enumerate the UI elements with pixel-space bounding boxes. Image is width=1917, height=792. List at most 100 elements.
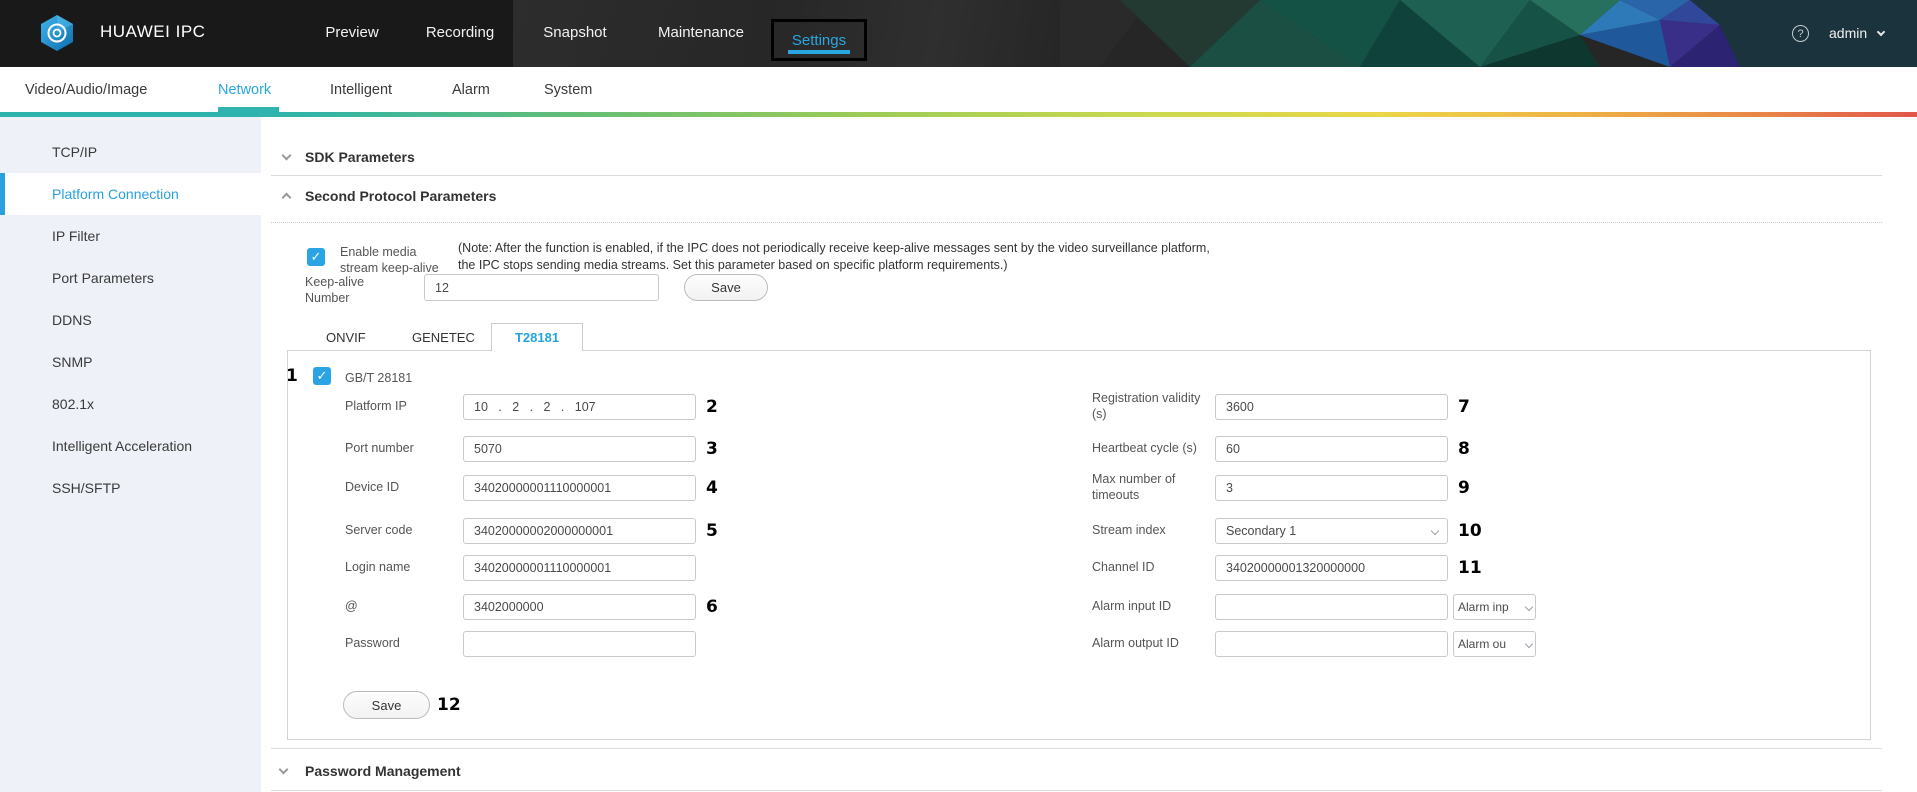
sidebar-item-intelligent-acceleration[interactable]: Intelligent Acceleration [0,425,261,467]
field-alarm-output-id: Alarm output ID Alarm ou [1092,631,1536,657]
annotation-12: 12 [437,695,461,715]
rainbow-divider-bar [0,112,1917,117]
topnav-maintenance[interactable]: Maintenance [658,24,744,41]
topnav-recording[interactable]: Recording [426,24,494,41]
login-name-input[interactable]: 34020000001110000001 [463,555,696,581]
field-stream-index: Stream index Secondary 1 10 [1092,518,1482,544]
sidebar-item-tcpip[interactable]: TCP/IP [0,131,261,173]
keepalive-number-input[interactable]: 12 [424,274,659,301]
alarm-input-select[interactable]: Alarm inp [1453,594,1536,620]
polygon-art-decoration [1060,0,1917,67]
tab-t28181[interactable]: T28181 [491,323,583,351]
annotation-2: 2 [706,397,718,417]
sidebar-item-8021x[interactable]: 802.1x [0,383,261,425]
password-label: Password [345,636,463,652]
sidebar-item-port-parameters[interactable]: Port Parameters [0,257,261,299]
annotation-5: 5 [706,521,718,541]
subnav-alarm[interactable]: Alarm [452,82,490,98]
sidebar-item-ddns[interactable]: DDNS [0,299,261,341]
field-alarm-input-id: Alarm input ID Alarm inp [1092,594,1536,620]
topnav-snapshot[interactable]: Snapshot [543,24,606,41]
chevron-down-icon [1525,603,1533,611]
registration-validity-input[interactable]: 3600 [1215,394,1448,420]
heartbeat-cycle-input[interactable]: 60 [1215,436,1448,462]
keepalive-number-label: Keep-alive Number [305,274,385,307]
platform-ip-value: 10 . 2 . 2 . 107 [474,400,596,414]
alarm-output-select[interactable]: Alarm ou [1453,631,1536,657]
annotation-9: 9 [1458,478,1470,498]
divider [271,175,1882,176]
keepalive-save-button[interactable]: Save [684,274,768,301]
subnav-network[interactable]: Network [218,82,271,98]
password-input[interactable] [463,631,696,657]
max-timeouts-input[interactable]: 3 [1215,475,1448,501]
sdk-parameters-title[interactable]: SDK Parameters [305,149,415,165]
field-channel-id: Channel ID 34020000001320000000 11 [1092,555,1482,581]
server-code-label: Server code [345,523,463,539]
topnav-preview[interactable]: Preview [325,24,378,41]
gbt-save-button[interactable]: Save [343,691,430,719]
annotation-8: 8 [1458,439,1470,459]
subnav-system[interactable]: System [544,82,592,98]
annotation-3: 3 [706,439,718,459]
stream-index-value: Secondary 1 [1226,524,1296,538]
gbt-28181-label: GB/T 28181 [345,370,412,386]
subnav-video-audio-image[interactable]: Video/Audio/Image [25,82,147,98]
sidebar-item-ssh-sftp[interactable]: SSH/SFTP [0,467,261,509]
password-management-title[interactable]: Password Management [305,763,461,779]
field-password: Password [345,631,696,657]
platform-ip-label: Platform IP [345,399,463,415]
alarm-output-id-input[interactable] [1215,631,1448,657]
device-id-input[interactable]: 34020000001110000001 [463,475,696,501]
server-code-input[interactable]: 34020000002000000001 [463,518,696,544]
sdk-collapse-chevron-icon[interactable] [282,151,292,161]
max-timeouts-label: Max number of timeouts [1092,472,1215,503]
subnav-intelligent[interactable]: Intelligent [330,82,392,98]
platform-ip-input[interactable]: 10 . 2 . 2 . 107 [463,394,696,420]
field-max-timeouts: Max number of timeouts 3 9 [1092,475,1470,501]
at-prefix-input[interactable]: 3402000000 [463,594,696,620]
second-protocol-title[interactable]: Second Protocol Parameters [305,188,496,204]
enable-keepalive-checkbox[interactable]: ✓ [307,248,325,266]
help-icon[interactable]: ? [1792,25,1809,42]
field-server-code: Server code 34020000002000000001 5 [345,518,718,544]
annotation-4: 4 [706,478,718,498]
tab-genetec[interactable]: GENETEC [412,330,475,345]
topnav-settings-highlight-box[interactable]: Settings [771,19,867,61]
annotation-11: 11 [1458,558,1482,578]
channel-id-input[interactable]: 34020000001320000000 [1215,555,1448,581]
gbt-28181-checkbox[interactable]: ✓ [313,367,331,385]
network-active-underline [218,107,279,117]
sidebar-item-platform-connection[interactable]: Platform Connection [0,173,261,215]
field-port-number: Port number 5070 3 [345,436,718,462]
keepalive-note-line1: (Note: After the function is enabled, if… [458,240,1210,257]
password-mgmt-collapse-chevron-icon[interactable] [279,765,289,775]
device-id-label: Device ID [345,480,463,496]
divider [271,748,1882,749]
port-number-input[interactable]: 5070 [463,436,696,462]
brand-title: HUAWEI IPC [100,22,205,42]
annotation-10: 10 [1458,521,1482,541]
registration-validity-label: Registration validity (s) [1092,391,1215,422]
annotation-1: 1 [286,366,298,386]
alarm-output-id-label: Alarm output ID [1092,636,1215,652]
settings-subnav-bar [0,67,1917,112]
alarm-input-id-label: Alarm input ID [1092,599,1215,615]
alarm-output-select-value: Alarm ou [1458,637,1506,651]
second-protocol-collapse-chevron-icon[interactable] [282,193,292,203]
sidebar-item-ip-filter[interactable]: IP Filter [0,215,261,257]
sidebar-item-snmp[interactable]: SNMP [0,341,261,383]
annotation-6: 6 [706,597,718,617]
login-name-label: Login name [345,560,463,576]
port-number-label: Port number [345,441,463,457]
field-device-id: Device ID 34020000001110000001 4 [345,475,718,501]
user-menu-admin[interactable]: admin [1829,25,1867,41]
field-platform-ip: Platform IP 10 . 2 . 2 . 107 2 [345,394,718,420]
tab-onvif[interactable]: ONVIF [326,330,366,345]
alarm-input-id-input[interactable] [1215,594,1448,620]
topnav-settings[interactable]: Settings [792,32,846,49]
field-login-name: Login name 34020000001110000001 [345,555,696,581]
field-heartbeat-cycle: Heartbeat cycle (s) 60 8 [1092,436,1470,462]
stream-index-select[interactable]: Secondary 1 [1215,518,1448,544]
alarm-input-select-value: Alarm inp [1458,600,1509,614]
